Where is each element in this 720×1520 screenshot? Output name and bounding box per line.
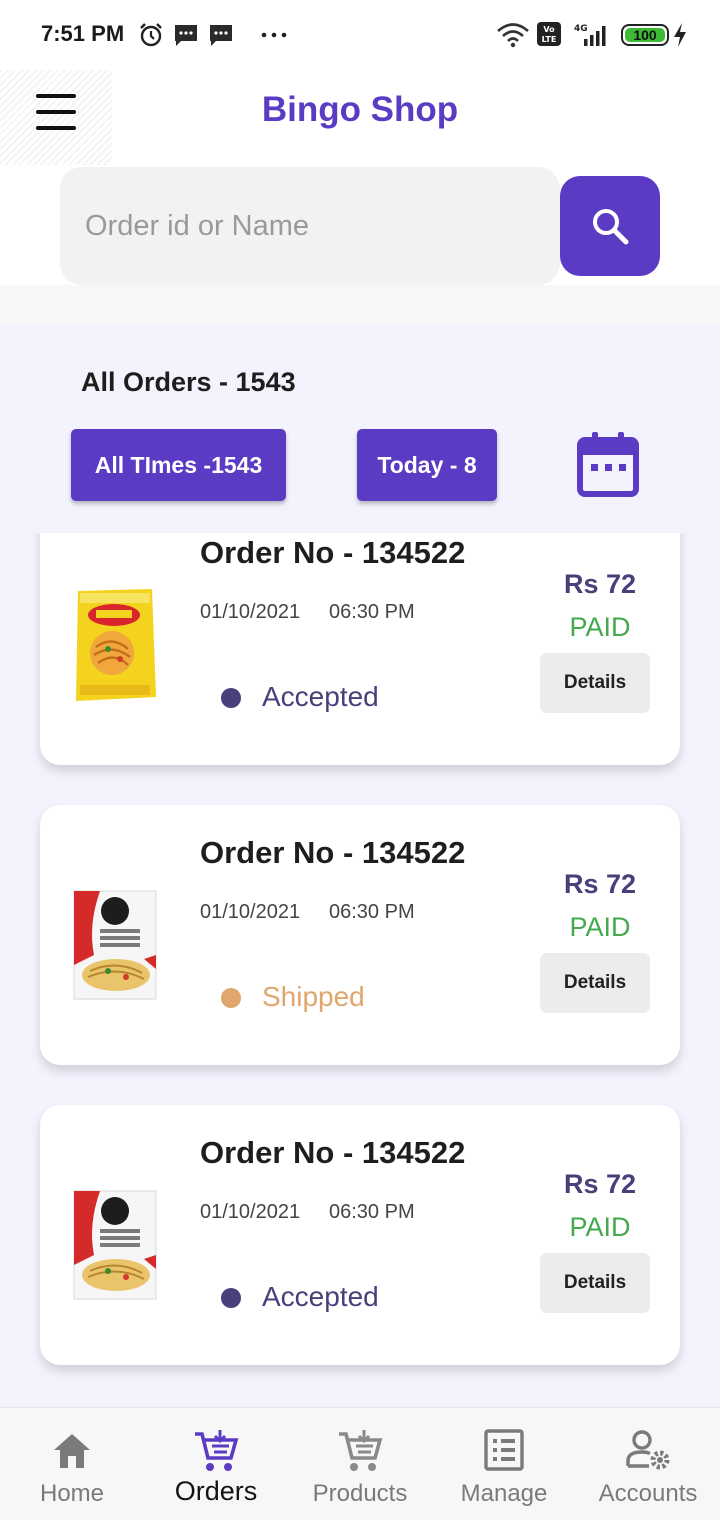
status-dot	[221, 1288, 241, 1308]
svg-text:Vo: Vo	[543, 25, 555, 34]
order-time: 06:30 PM	[329, 1201, 415, 1223]
nav-home[interactable]: Home	[0, 1408, 144, 1520]
charging-icon	[674, 23, 686, 47]
nav-orders[interactable]: Orders	[144, 1408, 288, 1520]
wifi-icon	[497, 23, 529, 48]
battery-icon: 100	[621, 24, 669, 46]
search-input[interactable]	[60, 167, 560, 285]
status-dot	[221, 988, 241, 1008]
app-header: Bingo Shop	[0, 70, 720, 165]
nav-label: Products	[312, 1480, 408, 1507]
orders-count-title: All Orders - 1543	[81, 367, 296, 397]
payment-status: PAID	[569, 912, 631, 942]
order-price: Rs 72	[563, 1169, 637, 1199]
order-time: 06:30 PM	[329, 901, 415, 923]
order-date: 01/10/2021	[200, 1201, 301, 1223]
battery-percent: 100	[633, 27, 657, 43]
nav-label: Home	[39, 1480, 105, 1507]
orders-list[interactable]: Order No - 134522 01/10/2021 06:30 PM Ac…	[0, 533, 720, 1407]
payment-status: PAID	[569, 612, 631, 642]
status-time: 7:51 PM	[41, 21, 125, 46]
alarm-icon	[140, 23, 162, 47]
order-status: Accepted	[262, 681, 379, 712]
app-title: Bingo Shop	[261, 90, 459, 129]
details-button[interactable]: Details	[540, 953, 650, 1013]
order-price: Rs 72	[563, 569, 637, 599]
order-number: Order No - 134522	[200, 535, 466, 570]
details-button[interactable]: Details	[540, 653, 650, 713]
orders-section: All Orders - 1543 All TImes -1543 Today …	[0, 325, 720, 1407]
bottom-navigation: Home Orders Products Manage Accounts	[0, 1407, 720, 1520]
list-document-icon	[484, 1429, 524, 1471]
divider-strip	[0, 285, 720, 325]
home-icon	[54, 1434, 90, 1468]
maggi-noodles-pack-image	[76, 589, 156, 701]
order-number: Order No - 134522	[200, 835, 466, 870]
status-bar: 7:51 PM Vo LTE 4G 100	[0, 0, 720, 70]
search-icon	[593, 209, 629, 245]
nav-products[interactable]: Products	[288, 1408, 432, 1520]
message-icon	[210, 25, 232, 46]
chings-veg-hakka-noodles-pack-image	[73, 1190, 157, 1300]
nav-accounts[interactable]: Accounts	[576, 1408, 720, 1520]
order-status: Shipped	[262, 981, 365, 1012]
cart-icon	[195, 1430, 239, 1471]
search-button[interactable]	[560, 176, 660, 276]
svg-text:LTE: LTE	[542, 35, 557, 44]
signal-4g-icon: 4G	[574, 24, 606, 46]
message-icon	[175, 25, 197, 46]
order-status: Accepted	[262, 1281, 379, 1312]
order-number: Order No - 134522	[200, 1135, 466, 1170]
status-dot	[221, 688, 241, 708]
nav-manage[interactable]: Manage	[432, 1408, 576, 1520]
svg-text:4G: 4G	[574, 24, 588, 34]
order-card[interactable]: Order No - 134522 01/10/2021 06:30 PM Ac…	[40, 1105, 680, 1365]
order-price: Rs 72	[563, 869, 637, 899]
filter-today-button[interactable]: Today - 8	[357, 429, 497, 501]
order-date: 01/10/2021	[200, 901, 301, 923]
order-date: 01/10/2021	[200, 601, 301, 623]
details-button[interactable]: Details	[540, 1253, 650, 1313]
chings-veg-hakka-noodles-pack-image	[73, 890, 157, 1000]
calendar-icon[interactable]	[576, 430, 640, 498]
payment-status: PAID	[569, 1212, 631, 1242]
order-card[interactable]: Order No - 134522 01/10/2021 06:30 PM Ac…	[40, 533, 680, 765]
nav-label: Manage	[460, 1480, 548, 1507]
order-card[interactable]: Order No - 134522 01/10/2021 06:30 PM Sh…	[40, 805, 680, 1065]
order-time: 06:30 PM	[329, 601, 415, 623]
cart-icon	[339, 1430, 383, 1471]
volte-icon: Vo LTE	[537, 22, 561, 46]
user-settings-icon	[626, 1430, 670, 1470]
nav-label: Accounts	[598, 1480, 698, 1507]
filter-all-times-button[interactable]: All TImes -1543	[71, 429, 286, 501]
more-dots-icon	[261, 32, 287, 38]
nav-label: Orders	[174, 1476, 258, 1506]
